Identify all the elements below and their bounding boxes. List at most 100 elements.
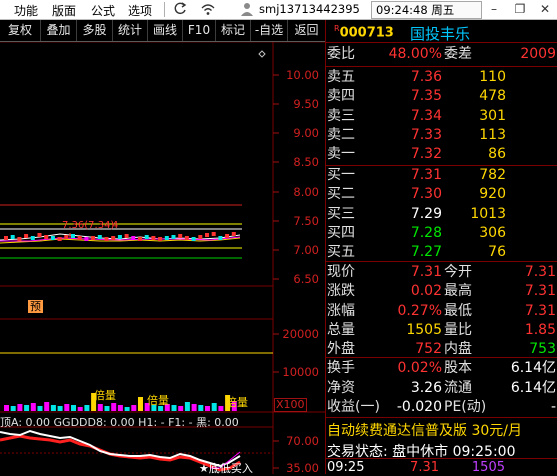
menu-options[interactable]: 选项	[128, 2, 152, 19]
toolbar-restore-rights[interactable]: 复权	[0, 20, 41, 41]
candle	[178, 234, 183, 238]
refresh-icon[interactable]	[172, 1, 188, 17]
subscription-ad[interactable]: 自动续费通达信普及版 30元/月	[327, 420, 557, 440]
toolbar-draw-line[interactable]: 画线	[148, 20, 183, 41]
sell-price: 7.32	[410, 146, 442, 163]
volume-bar	[57, 406, 63, 411]
buy-level-label: 买一	[327, 167, 355, 183]
wifi-icon	[200, 1, 216, 17]
kline-chart[interactable]: 7.36(7.34) 4 10.00 9.50 9.00 8.50 8.00 7…	[0, 42, 325, 475]
volume-bar	[211, 403, 217, 411]
commission-ratio: 48.00%	[388, 46, 442, 62]
stat-row: 涨幅 0.27% 最低 7.31	[326, 302, 557, 321]
minimize-icon[interactable]: –	[484, 0, 504, 19]
price-marker: 7.36(7.34)	[62, 220, 114, 231]
person-icon	[239, 1, 255, 17]
buy-level: 买三 7.29 1013	[326, 205, 557, 224]
sell-price: 7.33	[410, 126, 442, 143]
tick-volume: 1505	[471, 460, 505, 475]
close-icon[interactable]: ✕	[535, 0, 555, 19]
commission-diff-label: 委差	[444, 46, 472, 62]
volume-bar	[191, 404, 197, 411]
stat-label: 今开	[444, 264, 472, 280]
buy-volume: 782	[479, 167, 506, 183]
candle	[77, 236, 82, 240]
volume-bar	[178, 406, 184, 411]
toolbar-multi-stock[interactable]: 多股	[77, 20, 113, 41]
sell-level: 卖四 7.35 478	[326, 87, 557, 106]
sell-level-label: 卖四	[327, 88, 355, 105]
fundamental-label: 净资	[327, 379, 355, 396]
fundamental-value: 3.26	[410, 379, 442, 396]
sell-volume: 301	[479, 107, 506, 124]
indicator-tick: 35.00	[286, 461, 319, 475]
buy-level-label: 买二	[327, 186, 355, 203]
candle	[131, 236, 136, 240]
candle	[225, 234, 230, 238]
candle	[57, 237, 62, 241]
candle	[117, 235, 122, 239]
stat-label: 涨幅	[327, 302, 355, 319]
stat-value: 7.31	[524, 302, 556, 319]
volume-unit: X100	[274, 398, 307, 412]
divider	[326, 458, 557, 459]
fundamental-value: -	[550, 399, 556, 415]
price-tick: 9.50	[293, 97, 319, 111]
candle	[124, 234, 129, 238]
tick-time: 09:25	[327, 460, 365, 475]
fundamental-value: 6.14亿	[510, 379, 556, 396]
candle	[184, 236, 189, 240]
fundamental-label: 股本	[444, 360, 472, 376]
sell-price: 7.36	[410, 69, 442, 85]
volume-bar	[104, 406, 110, 411]
stock-code-text: 000713	[339, 25, 394, 41]
volume-bar	[44, 402, 50, 411]
candle	[205, 233, 209, 237]
volume-bar	[50, 405, 56, 411]
sell-volume: 113	[479, 126, 506, 143]
toolbar-f10[interactable]: F10	[183, 20, 216, 41]
menu-formula[interactable]: 公式	[91, 2, 115, 19]
price-marker-2: 4	[112, 220, 118, 231]
menu-divider	[164, 2, 165, 17]
commission-ratio-label: 委比	[327, 46, 355, 62]
candle	[71, 234, 75, 238]
toolbar-overlay[interactable]: 叠加	[41, 20, 77, 41]
sell-price: 7.34	[410, 107, 442, 124]
stat-row: 总量 1505 量比 1.85	[326, 321, 557, 340]
stat-value: 7.31	[524, 283, 556, 300]
fundamental-row: 净资 3.26 流通 6.14亿	[326, 379, 557, 398]
buy-level-label: 买四	[327, 224, 355, 241]
buy-price: 7.30	[410, 186, 442, 203]
volume-tick: 10000	[282, 365, 319, 379]
stat-label: 最低	[444, 302, 472, 319]
sell-price: 7.35	[410, 88, 442, 105]
stat-value: 7.31	[410, 264, 442, 280]
buy-level-label: 买五	[327, 244, 355, 261]
double-volume-label: 倍量	[226, 396, 248, 409]
candle	[50, 236, 55, 240]
menu-function[interactable]: 功能	[14, 2, 38, 19]
buy-price: 7.28	[410, 224, 442, 241]
divider	[326, 417, 557, 418]
menu-layout[interactable]: 版面	[52, 2, 76, 19]
toolbar-back[interactable]: 返回	[288, 20, 325, 41]
candle	[44, 235, 49, 239]
menu-bar: 功能 版面 公式 选项 smj13713442395 09:24:48 周五 –…	[0, 0, 557, 20]
stock-name[interactable]: 国投丰乐	[410, 23, 470, 44]
user-name[interactable]: smj13713442395	[259, 2, 360, 16]
sell-level-label: 卖三	[327, 107, 355, 124]
stock-header: R000713 国投丰乐	[326, 20, 557, 43]
volume-bar	[138, 397, 143, 411]
volume-bar	[24, 405, 30, 411]
fundamental-row: 收益(一) -0.020 PE(动) -	[326, 398, 557, 417]
price-tick: 6.50	[293, 272, 319, 286]
price-tick: 7.50	[293, 214, 319, 228]
toolbar-mark[interactable]: 标记	[216, 20, 251, 41]
divider	[326, 357, 557, 358]
buy-volume: 76	[488, 244, 506, 261]
toolbar-watchlist[interactable]: -自选	[251, 20, 288, 41]
restore-icon[interactable]: ❐	[510, 0, 530, 19]
stock-code[interactable]: R000713	[334, 24, 394, 40]
toolbar-statistics[interactable]: 统计	[113, 20, 148, 41]
